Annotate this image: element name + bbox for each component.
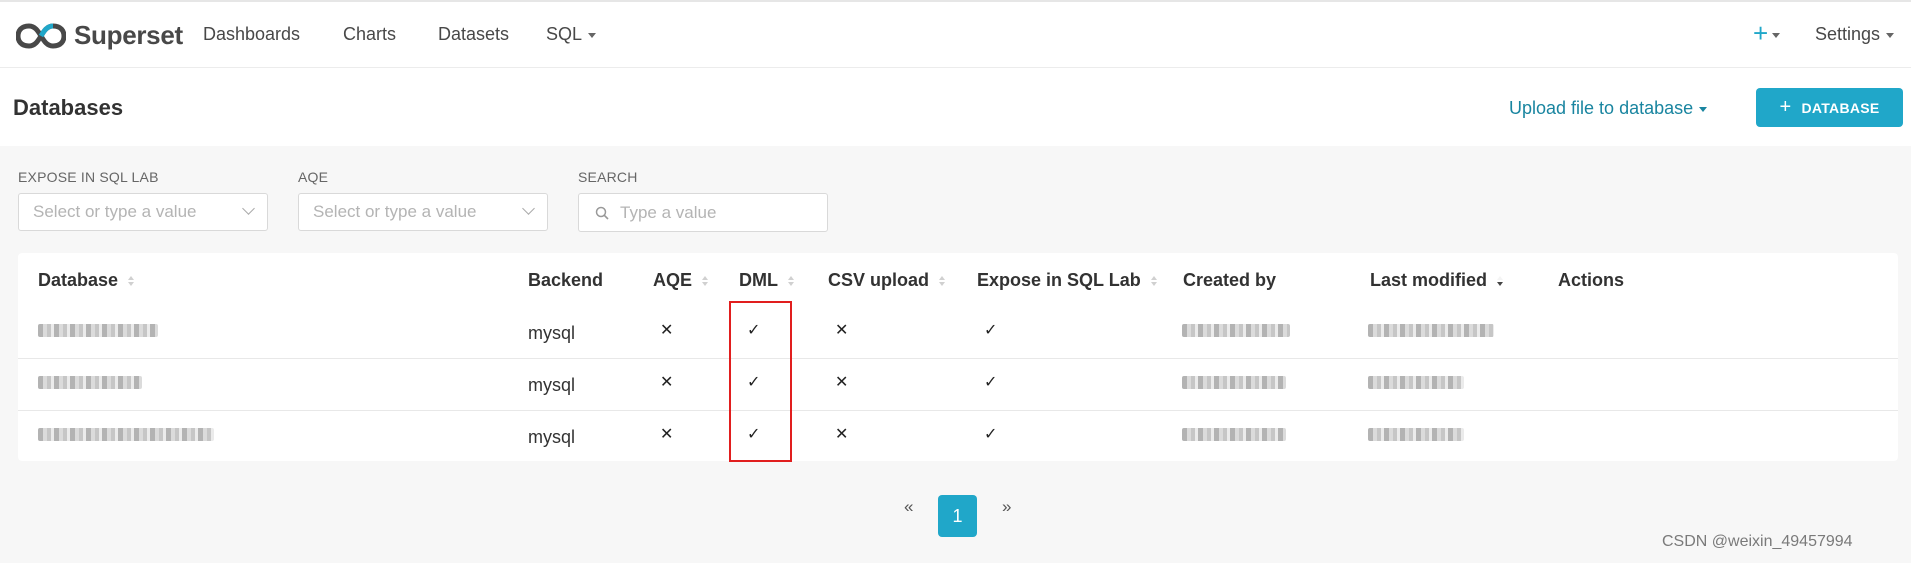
upload-file-label: Upload file to database [1509, 98, 1694, 118]
col-header-csv-upload[interactable]: CSV upload [828, 270, 946, 291]
check-icon: ✓ [984, 374, 998, 391]
col-header-label: Actions [1558, 270, 1625, 290]
check-icon: ✓ [984, 426, 998, 443]
backend-cell: mysql [528, 375, 576, 395]
pagination-next-button[interactable]: » [1002, 497, 1011, 517]
col-header-label: Created by [1183, 270, 1277, 290]
col-header-expose-in-sql-lab[interactable]: Expose in SQL Lab [977, 270, 1157, 291]
cross-icon: ✕ [835, 426, 849, 443]
expose-filter-placeholder: Select or type a value [33, 202, 197, 221]
nav-charts[interactable]: Charts [343, 24, 396, 45]
upload-file-menu[interactable]: Upload file to database [1509, 98, 1708, 119]
table-row[interactable]: mysql ✕ ✓ ✕ ✓ [18, 358, 1898, 411]
chevron-down-icon [588, 32, 597, 38]
col-header-actions: Actions [1558, 270, 1624, 291]
col-header-label: CSV upload [828, 270, 930, 290]
chevron-down-icon [242, 202, 255, 215]
redacted-last-modified [1368, 428, 1464, 441]
col-header-aqe[interactable]: AQE [653, 270, 709, 291]
sort-icon [128, 275, 135, 286]
sort-icon [1150, 275, 1157, 286]
col-header-label: Backend [528, 270, 604, 290]
redacted-database-name [38, 324, 158, 337]
redacted-database-name [38, 376, 142, 389]
chevron-down-icon [1699, 106, 1708, 112]
nav-sql-menu[interactable]: SQL [546, 24, 597, 45]
pagination-prev-button[interactable]: « [904, 497, 913, 517]
col-header-database[interactable]: Database [38, 270, 135, 291]
backend-cell: mysql [528, 427, 576, 447]
aqe-filter-select[interactable]: Select or type a value [298, 193, 548, 231]
redacted-created-by [1182, 428, 1286, 441]
search-icon [595, 206, 609, 220]
databases-table: Database Backend AQE DML CSV upload Expo… [18, 253, 1898, 461]
redacted-created-by [1182, 376, 1286, 389]
table-row[interactable]: mysql ✕ ✓ ✕ ✓ [18, 306, 1898, 359]
brand-name: Superset [74, 20, 183, 50]
table-row[interactable]: mysql ✕ ✓ ✕ ✓ [18, 410, 1898, 462]
settings-menu[interactable]: Settings [1815, 24, 1895, 45]
redacted-last-modified [1368, 324, 1494, 337]
nav-dashboards[interactable]: Dashboards [203, 24, 300, 45]
chevron-down-icon [1886, 32, 1895, 38]
col-header-label: AQE [653, 270, 693, 290]
add-database-button[interactable]: + DATABASE [1756, 88, 1903, 127]
cross-icon: ✕ [835, 374, 849, 391]
chevron-down-icon [522, 202, 535, 215]
aqe-filter-label: AQE [298, 169, 329, 185]
sort-icon [939, 275, 946, 286]
new-item-menu[interactable]: + [1753, 18, 1781, 49]
col-header-dml[interactable]: DML [739, 270, 794, 291]
superset-logo[interactable]: Superset [16, 20, 183, 51]
nav-datasets[interactable]: Datasets [438, 24, 509, 45]
plus-icon: + [1779, 96, 1792, 118]
expose-filter-select[interactable]: Select or type a value [18, 193, 268, 231]
infinity-logo-icon [16, 22, 66, 49]
expose-filter-label: EXPOSE IN SQL LAB [18, 169, 159, 185]
aqe-filter-placeholder: Select or type a value [313, 202, 477, 221]
redacted-created-by [1182, 324, 1290, 337]
add-database-label: DATABASE [1801, 99, 1880, 116]
col-header-label: Last modified [1370, 270, 1488, 290]
watermark: CSDN @weixin_49457994 [1662, 533, 1853, 550]
redacted-last-modified [1368, 376, 1464, 389]
dml-column-highlight [729, 301, 792, 462]
page-title: Databases [13, 95, 124, 120]
chevron-down-icon [1772, 33, 1781, 38]
top-navbar: Superset Dashboards Charts Datasets SQL … [0, 0, 1911, 68]
search-input[interactable] [618, 201, 822, 224]
col-header-label: Expose in SQL Lab [977, 270, 1141, 290]
backend-cell: mysql [528, 323, 576, 343]
settings-label: Settings [1815, 24, 1881, 44]
sort-icon [702, 275, 709, 286]
col-header-label: DML [739, 270, 778, 290]
search-field[interactable] [578, 193, 828, 232]
check-icon: ✓ [984, 322, 998, 339]
col-header-last-modified[interactable]: Last modified [1370, 270, 1504, 291]
pagination-page-1[interactable]: 1 [938, 495, 977, 537]
plus-icon: + [1753, 18, 1769, 48]
nav-sql-label: SQL [546, 24, 583, 44]
col-header-created-by: Created by [1183, 270, 1276, 291]
search-label: SEARCH [578, 169, 638, 185]
sort-icon [788, 275, 794, 286]
cross-icon: ✕ [660, 322, 674, 339]
cross-icon: ✕ [660, 426, 674, 443]
sort-descending-icon [1497, 275, 1504, 286]
cross-icon: ✕ [835, 322, 849, 339]
col-header-label: Database [38, 270, 119, 290]
redacted-database-name [38, 428, 214, 441]
cross-icon: ✕ [660, 374, 674, 391]
page-header: Databases Upload file to database + DATA… [0, 68, 1911, 146]
col-header-backend: Backend [528, 270, 603, 291]
